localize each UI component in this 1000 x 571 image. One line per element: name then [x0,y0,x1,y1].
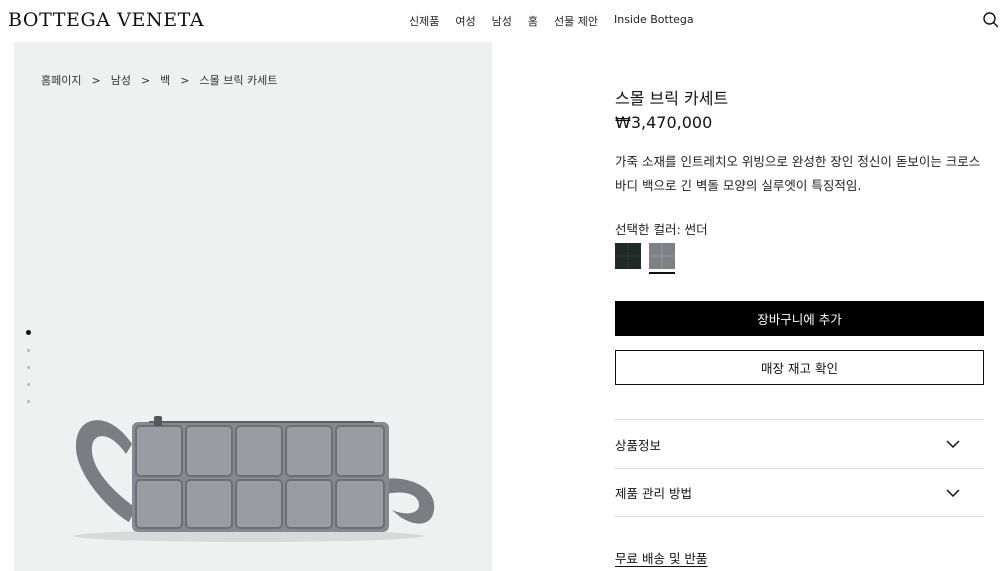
nav-item-women[interactable]: 여성 [455,13,475,29]
gallery-dot-1[interactable] [26,330,31,335]
free-shipping-returns-link[interactable]: 무료 배송 및 반품 [615,548,707,567]
product-description: 가죽 소재를 인트레치오 위빙으로 완성한 장인 정신이 돋보이는 크로스바디 … [615,154,981,193]
swatch-texture-icon [649,243,675,269]
brand-logo[interactable]: BOTTEGA VENETA [8,9,204,31]
accordion-label: 상품정보 [615,437,662,453]
breadcrumb-men[interactable]: 남성 [111,72,131,88]
gallery-dot-3[interactable] [27,366,30,369]
product-image [74,416,435,542]
add-to-cart-button[interactable]: 장바구니에 추가 [615,301,984,336]
nav-item-new[interactable]: 신제품 [409,13,439,29]
breadcrumb-current: 스몰 브릭 카세트 [199,74,278,87]
breadcrumb-separator: > [180,73,190,87]
search-icon[interactable] [982,11,1000,29]
site-header: BOTTEGA VENETA 신제품 여성 남성 홈 선물 제안 Inside … [0,0,1000,42]
breadcrumb-separator: > [140,73,151,87]
gallery-dot-2[interactable] [27,349,30,352]
color-swatch-thunder[interactable] [649,243,675,274]
product-gallery: 홈페이지 > 남성 > 백 > 스몰 브릭 카세트 [14,42,492,571]
chevron-down-icon [946,440,960,449]
accordion-label: 제품 관리 방법 [615,486,692,501]
accordion-product-info[interactable]: 상품정보 [615,419,984,468]
gallery-pagination [26,330,34,417]
nav-item-inside-bottega[interactable]: Inside Bottega [614,13,694,29]
color-swatch-dark-green[interactable] [615,243,641,269]
product-price: ₩3,470,000 [615,113,713,132]
accordion-care-instructions[interactable]: 제품 관리 방법 [615,468,984,517]
check-store-stock-button[interactable]: 매장 재고 확인 [615,350,984,385]
breadcrumb: 홈페이지 > 남성 > 백 > 스몰 브릭 카세트 [41,72,277,88]
breadcrumb-separator: > [91,73,101,87]
gallery-dot-4[interactable] [27,383,30,386]
product-title: 스몰 브릭 카세트 [615,89,729,108]
nav-item-men[interactable]: 남성 [492,13,512,29]
swatch-texture-icon [615,243,641,269]
chevron-down-icon [946,488,960,497]
breadcrumb-home[interactable]: 홈페이지 [41,72,81,88]
nav-item-gifts[interactable]: 선물 제안 [554,13,598,29]
main-nav: 신제품 여성 남성 홈 선물 제안 Inside Bottega [409,13,710,29]
gallery-dot-5[interactable] [27,400,30,403]
nav-item-home[interactable]: 홈 [528,13,538,29]
selected-color-label: 선택한 컬러: 썬더 [615,222,708,237]
color-swatches [615,243,675,274]
breadcrumb-bags[interactable]: 백 [160,72,170,88]
